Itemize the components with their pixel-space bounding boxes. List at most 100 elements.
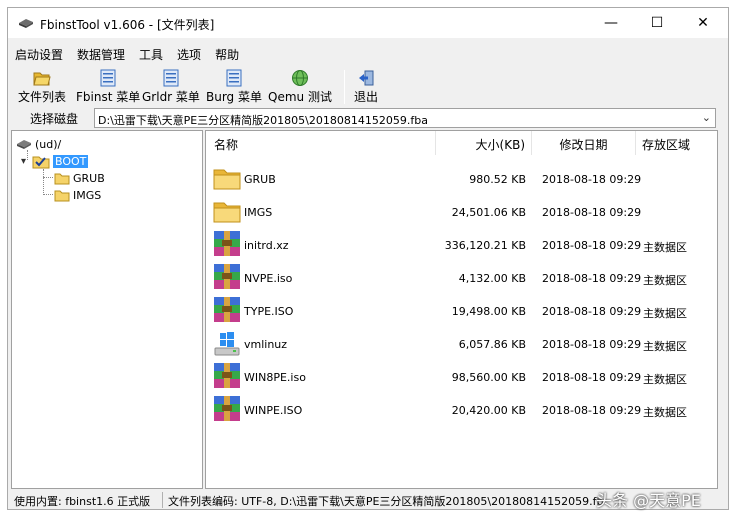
chevron-down-icon[interactable]: ⌄ [702,111,711,124]
column-header-date[interactable]: 修改日期 [532,131,636,155]
file-area: 主数据区 [643,373,687,386]
burg-menu-button[interactable]: Burg 菜单 [206,68,262,106]
menu-boot-settings[interactable]: 启动设置 [8,44,70,64]
menu-list-icon [226,69,242,87]
globe-icon [291,70,308,86]
tree-connector [43,169,44,195]
file-area: 主数据区 [643,340,687,353]
toolbar-label: Burg 菜单 [206,90,262,104]
disk-bar: 选择磁盘 D:\迅雷下载\天意PE三分区精简版201805\2018081415… [8,108,728,128]
window-title: FbinstTool v1.606 - [文件列表] [40,18,215,32]
disk-select-value: D:\迅雷下载\天意PE三分区精简版201805\20180814152059.… [98,114,428,127]
close-button[interactable]: ✕ [680,8,726,38]
tree-label: IMGS [73,188,102,202]
file-size: 24,501.06 KB [451,206,526,219]
file-date: 2018-08-18 09:29 [542,371,642,384]
toolbar-label: Fbinst 菜单 [76,90,141,104]
file-date: 2018-08-18 09:29 [542,272,642,285]
archive-icon [214,396,240,421]
file-name: IMGS [244,206,273,219]
file-size: 4,132.00 KB [458,272,526,285]
folder-icon [213,202,241,223]
toolbar-label: 文件列表 [18,90,67,104]
file-date: 2018-08-18 09:29 [542,173,642,186]
file-area: 主数据区 [643,406,687,419]
tree-connector [43,177,53,178]
folder-icon [54,190,70,201]
file-row[interactable]: IMGS 24,501.06 KB 2018-08-18 09:29 [206,195,717,228]
tree-node-boot[interactable]: ▾ BOOT [18,153,89,169]
folder-check-icon [32,156,50,168]
file-row[interactable]: initrd.xz 336,120.21 KB 2018-08-18 09:29… [206,228,717,261]
archive-icon [214,297,240,322]
file-size: 20,420.00 KB [451,404,526,417]
menu-data-management[interactable]: 数据管理 [70,44,132,64]
file-date: 2018-08-18 09:29 [542,239,642,252]
column-header-name[interactable]: 名称 [206,131,436,155]
tree-node-grub[interactable]: GRUB [54,170,105,186]
disk-label: 选择磁盘 [30,112,79,126]
archive-icon [214,363,240,388]
file-date: 2018-08-18 09:29 [542,206,642,219]
file-row[interactable]: WIN8PE.iso 98,560.00 KB 2018-08-18 09:29… [206,360,717,393]
chevron-down-icon[interactable]: ▾ [18,156,29,167]
file-date: 2018-08-18 09:29 [542,305,642,318]
file-date: 2018-08-18 09:29 [542,404,642,417]
menu-bar: 启动设置 数据管理 工具 选项 帮助 [8,44,728,64]
file-size: 980.52 KB [469,173,526,186]
status-separator [162,492,163,508]
exit-button[interactable]: 退出 [354,68,378,106]
archive-icon [214,231,240,256]
exit-icon [359,70,374,86]
menu-help[interactable]: 帮助 [208,44,246,64]
file-name: vmlinuz [244,338,288,351]
title-bar[interactable]: FbinstTool v1.606 - [文件列表] — ☐ ✕ [8,8,728,38]
file-name: TYPE.ISO [244,305,294,318]
file-name: NVPE.iso [244,272,293,285]
file-list: 名称 大小(KB) 修改日期 存放区域 GRUB 980.52 KB 2018-… [205,130,718,489]
toolbar: 文件列表 Fbinst 菜单 Grldr 菜单 Burg 菜单 Qemu 测试 … [8,66,728,108]
app-window: FbinstTool v1.606 - [文件列表] — ☐ ✕ 启动设置 数据… [7,7,729,510]
toolbar-separator [344,70,345,104]
folder-icon [54,173,70,184]
menu-list-icon [163,69,179,87]
menu-options[interactable]: 选项 [170,44,208,64]
maximize-button[interactable]: ☐ [634,8,680,38]
column-header-area[interactable]: 存放区域 [636,131,717,155]
file-row[interactable]: GRUB 980.52 KB 2018-08-18 09:29 [206,162,717,195]
file-date: 2018-08-18 09:29 [542,338,642,351]
file-name: WIN8PE.iso [244,371,306,384]
disk-select[interactable]: D:\迅雷下载\天意PE三分区精简版201805\20180814152059.… [94,108,716,128]
column-header-size[interactable]: 大小(KB) [436,131,532,155]
file-area: 主数据区 [643,307,687,320]
file-row[interactable]: TYPE.ISO 19,498.00 KB 2018-08-18 09:29 主… [206,294,717,327]
tree-node-imgs[interactable]: IMGS [54,187,101,203]
app-icon [19,19,33,28]
menu-list-icon [100,69,116,87]
grldr-menu-button[interactable]: Grldr 菜单 [142,68,200,106]
status-builtin-version: 使用内置: fbinst1.6 正式版 [14,495,151,508]
file-area: 主数据区 [643,274,687,287]
minimize-button[interactable]: — [588,8,634,38]
file-size: 6,057.86 KB [458,338,526,351]
file-row[interactable]: vmlinuz 6,057.86 KB 2018-08-18 09:29 主数据… [206,327,717,360]
folder-open-icon [33,72,51,86]
folder-icon [213,169,241,190]
qemu-test-button[interactable]: Qemu 测试 [268,68,332,106]
list-header: 名称 大小(KB) 修改日期 存放区域 [206,131,717,155]
tree-node-root[interactable]: (ud)/ [16,136,61,152]
file-row[interactable]: WINPE.ISO 20,420.00 KB 2018-08-18 09:29 … [206,393,717,426]
file-name: initrd.xz [244,239,289,252]
file-name: WINPE.ISO [244,404,303,417]
file-list-button[interactable]: 文件列表 [18,68,66,106]
fbinst-menu-button[interactable]: Fbinst 菜单 [76,68,140,106]
file-size: 336,120.21 KB [444,239,526,252]
toolbar-label: 退出 [354,90,379,104]
tree-label: BOOT [53,154,89,168]
file-row[interactable]: NVPE.iso 4,132.00 KB 2018-08-18 09:29 主数… [206,261,717,294]
tree-label: GRUB [73,171,105,185]
watermark: 头条 @天意PE [596,491,701,510]
file-size: 19,498.00 KB [451,305,526,318]
menu-tools[interactable]: 工具 [132,44,170,64]
file-size: 98,560.00 KB [451,371,526,384]
